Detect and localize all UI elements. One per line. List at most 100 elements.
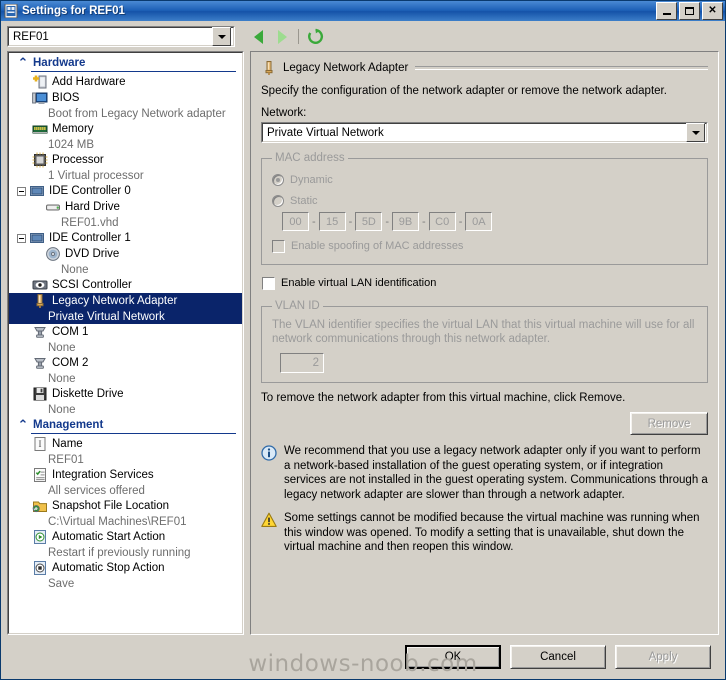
tree-node-memory[interactable]: Memory bbox=[9, 121, 242, 137]
minimize-button[interactable] bbox=[656, 2, 677, 20]
refresh-button[interactable] bbox=[303, 26, 327, 48]
back-arrow-icon bbox=[253, 29, 263, 44]
network-select[interactable]: Private Virtual Network bbox=[261, 122, 708, 143]
vm-selector[interactable]: REF01 bbox=[7, 26, 235, 47]
tree-node-hard-drive[interactable]: Hard Drive bbox=[9, 199, 242, 215]
tree-node-subtext: REF01 bbox=[9, 452, 242, 467]
tree-group-header[interactable]: ⌃ Hardware bbox=[9, 55, 242, 70]
mac-octet-6[interactable]: 0A bbox=[465, 212, 493, 231]
start-action-icon bbox=[32, 529, 48, 545]
tree-node-subtext-value: C:\Virtual Machines\REF01 bbox=[48, 515, 187, 528]
hard-drive-icon bbox=[45, 199, 61, 215]
add-hardware-icon bbox=[32, 74, 48, 90]
tree-node-bios[interactable]: BIOS bbox=[9, 90, 242, 106]
mac-octet-2[interactable]: 15 bbox=[318, 212, 346, 231]
tree-node-dvd-drive[interactable]: DVD Drive bbox=[9, 246, 242, 262]
maximize-icon bbox=[685, 7, 694, 15]
name-icon: I bbox=[32, 436, 48, 452]
tree-node-label: Name bbox=[52, 438, 83, 450]
tree-node-label: IDE Controller 1 bbox=[49, 232, 131, 244]
expander-minus-icon[interactable] bbox=[17, 233, 26, 243]
tree-node-add-hardware[interactable]: Add Hardware bbox=[9, 74, 242, 90]
remove-button[interactable]: Remove bbox=[630, 412, 708, 435]
chevron-down-icon bbox=[217, 34, 226, 39]
tree-node-subtext: 1024 MB bbox=[9, 137, 242, 152]
network-select-dropdown-button[interactable] bbox=[686, 123, 705, 142]
vlan-enable-row[interactable]: Enable virtual LAN identification bbox=[262, 274, 708, 292]
integration-services-icon bbox=[32, 467, 48, 483]
mac-separator: - bbox=[458, 215, 463, 228]
refresh-icon bbox=[307, 28, 323, 44]
forward-button[interactable] bbox=[270, 26, 294, 48]
mac-static-radio[interactable] bbox=[272, 194, 284, 207]
expander-minus-icon[interactable] bbox=[17, 186, 26, 196]
ide-controller-icon bbox=[29, 183, 45, 199]
warning-icon bbox=[261, 512, 277, 528]
detail-pane: Legacy Network Adapter Specify the confi… bbox=[250, 51, 719, 635]
bios-icon bbox=[32, 90, 48, 106]
apply-button[interactable]: Apply bbox=[615, 645, 711, 669]
tree-node-name[interactable]: I Name bbox=[9, 436, 242, 452]
tree-node-subtext: REF01.vhd bbox=[9, 215, 242, 230]
mac-octet-4[interactable]: 9B bbox=[392, 212, 420, 231]
dvd-drive-icon bbox=[45, 246, 61, 262]
tree-node-label: DVD Drive bbox=[65, 248, 120, 260]
tree-group-rule bbox=[31, 71, 236, 72]
tree-group-header[interactable]: ⌃ Management bbox=[9, 417, 242, 432]
vlan-enable-checkbox[interactable] bbox=[262, 276, 275, 290]
tree-node-integration-services[interactable]: Integration Services bbox=[9, 467, 242, 483]
vlan-description: The VLAN identifier specifies the virtua… bbox=[272, 319, 695, 345]
tree-node-label: Automatic Stop Action bbox=[52, 562, 165, 574]
vlan-id-legend: VLAN ID bbox=[275, 300, 320, 312]
tree-node-subtext-value: 1024 MB bbox=[48, 138, 95, 151]
tree-node-com-1[interactable]: COM 1 bbox=[9, 324, 242, 340]
back-button[interactable] bbox=[246, 26, 270, 48]
tree-node-subtext: None bbox=[9, 262, 242, 277]
tree-node-subtext: C:\Virtual Machines\REF01 bbox=[9, 514, 242, 529]
svg-text:I: I bbox=[39, 439, 42, 449]
mac-static-radio-row[interactable]: Static bbox=[272, 191, 697, 210]
mac-dynamic-radio[interactable] bbox=[272, 173, 284, 186]
tree-node-processor[interactable]: Processor bbox=[9, 152, 242, 168]
mac-dynamic-radio-row[interactable]: Dynamic bbox=[272, 170, 697, 189]
ok-button[interactable]: OK bbox=[405, 645, 501, 669]
mac-separator: - bbox=[385, 215, 390, 228]
header-rule bbox=[415, 66, 708, 70]
tree-node-diskette-drive[interactable]: Diskette Drive bbox=[9, 386, 242, 402]
tree-node-legacy-network-adapter[interactable]: Legacy Network Adapter bbox=[9, 293, 242, 309]
maximize-button[interactable] bbox=[679, 2, 700, 20]
mac-octet-3[interactable]: 5D bbox=[355, 212, 383, 231]
tree-node-automatic-start-action[interactable]: Automatic Start Action bbox=[9, 529, 242, 545]
mac-octet-1[interactable]: 00 bbox=[282, 212, 309, 231]
mac-octet-5[interactable]: C0 bbox=[428, 212, 456, 231]
collapse-chevron-icon: ⌃ bbox=[17, 417, 29, 432]
mac-octet-fields[interactable]: 00-15-5D -9B - C0-0A bbox=[282, 212, 697, 231]
vm-selector-dropdown-button[interactable] bbox=[212, 27, 231, 46]
tree-node-com-2[interactable]: COM 2 bbox=[9, 355, 242, 371]
tree-node-ide-controller-0[interactable]: IDE Controller 0 bbox=[9, 183, 242, 199]
settings-tree[interactable]: ⌃ Hardware Add Hardware BIOS Boot from Legac… bbox=[7, 51, 244, 635]
mac-spoofing-label: Enable spoofing of MAC addresses bbox=[291, 240, 464, 252]
detail-description: Specify the configuration of the network… bbox=[261, 85, 667, 97]
tree-node-label: Processor bbox=[52, 154, 104, 166]
mac-spoofing-checkbox[interactable] bbox=[272, 239, 285, 253]
cancel-button[interactable]: Cancel bbox=[510, 645, 606, 669]
minimize-icon bbox=[662, 12, 671, 15]
mac-spoofing-row[interactable]: Enable spoofing of MAC addresses bbox=[272, 237, 697, 255]
tree-node-subtext-value: 1 Virtual processor bbox=[48, 169, 144, 182]
info-icon bbox=[261, 445, 277, 461]
tree-node-automatic-stop-action[interactable]: Automatic Stop Action bbox=[9, 560, 242, 576]
tree-node-label: Memory bbox=[52, 123, 94, 135]
tree-node-scsi-controller[interactable]: SCSI Controller bbox=[9, 277, 242, 293]
info-note-text: We recommend that you use a legacy netwo… bbox=[284, 445, 708, 501]
network-adapter-icon bbox=[32, 293, 48, 309]
vlan-id-input[interactable]: 2 bbox=[280, 353, 324, 373]
tree-node-snapshot-file-location[interactable]: Snapshot File Location bbox=[9, 498, 242, 514]
tree-node-label: COM 2 bbox=[52, 357, 89, 369]
tree-node-ide-controller-1[interactable]: IDE Controller 1 bbox=[9, 230, 242, 246]
close-button[interactable]: ✕ bbox=[702, 2, 723, 20]
tree-node-subtext-value: None bbox=[61, 263, 89, 276]
tree-node-label: Legacy Network Adapter bbox=[52, 295, 178, 307]
tree-node-subtext-value: Private Virtual Network bbox=[48, 310, 165, 323]
tree-node-subtext: All services offered bbox=[9, 483, 242, 498]
